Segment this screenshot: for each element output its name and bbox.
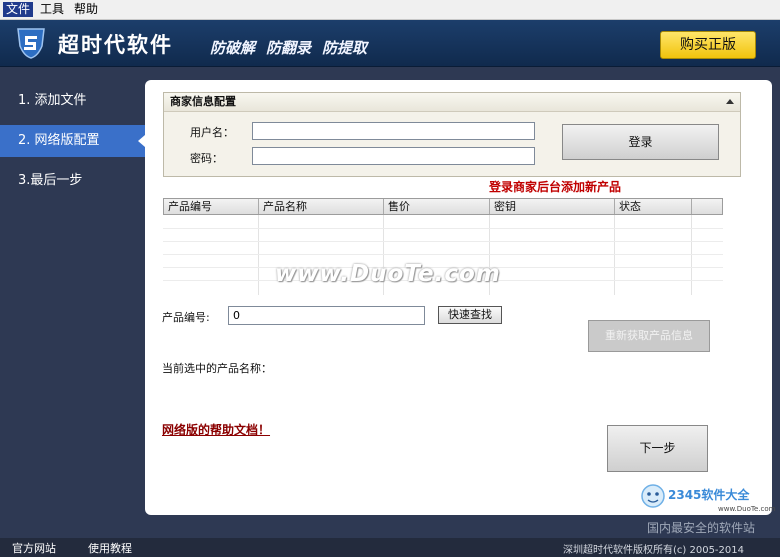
help-doc-link[interactable]: 网络版的帮助文档！ <box>162 421 270 438</box>
official-site-link[interactable]: 官方网站 <box>12 540 56 556</box>
password-input[interactable] <box>252 147 535 165</box>
menu-tools[interactable]: 工具 <box>37 2 67 17</box>
menu-help[interactable]: 帮助 <box>71 2 101 17</box>
column-divider <box>614 215 615 295</box>
merchant-config-title: 商家信息配置 <box>164 93 740 112</box>
login-button[interactable]: 登录 <box>562 124 719 160</box>
corner-slogan: 国内最安全的软件站 <box>647 521 756 535</box>
table-row[interactable] <box>163 228 723 229</box>
menu-bar: 文件 工具 帮助 <box>0 0 780 20</box>
password-label: 密码： <box>190 152 223 165</box>
merchant-config-title-text: 商家信息配置 <box>170 95 236 108</box>
app-header: 超时代软件 防破解 防翻录 防提取 购买正版 <box>0 20 780 67</box>
copyright-text: 深圳超时代软件版权所有(c) 2005-2014 <box>563 545 744 556</box>
refresh-product-info-button[interactable]: 重新获取产品信息 <box>588 320 710 352</box>
slogan-anti-extract: 防提取 <box>322 39 368 57</box>
corner-logo: 2345软件大全 www.DuoTe.com <box>640 478 780 518</box>
column-divider <box>691 215 692 295</box>
corner-logo-text: 2345软件大全 <box>668 488 750 502</box>
sidebar-item-label: 1. 添加文件 <box>18 93 87 108</box>
column-product-name[interactable]: 产品名称 <box>259 199 384 214</box>
username-input[interactable] <box>252 122 535 140</box>
slogan-anti-crack: 防破解 <box>210 39 256 57</box>
shield-logo-icon <box>17 28 45 59</box>
column-product-id[interactable]: 产品编号 <box>164 199 259 214</box>
table-header: 产品编号 产品名称 售价 密钥 状态 <box>163 198 723 215</box>
username-label: 用户名： <box>190 126 234 139</box>
merchant-config-box: 商家信息配置 用户名： 密码： 登录 <box>163 92 741 177</box>
buy-button[interactable]: 购买正版 <box>660 31 756 59</box>
sidebar-item-label: 2. 网络版配置 <box>18 133 100 148</box>
collapse-arrow-icon[interactable] <box>726 99 734 104</box>
mascot-icon <box>641 484 665 508</box>
sidebar: 1. 添加文件 2. 网络版配置 3.最后一步 <box>0 67 145 537</box>
slogan-anti-record: 防翻录 <box>266 39 312 57</box>
corner-url: www.DuoTe.com <box>718 505 776 513</box>
table-row[interactable] <box>163 254 723 255</box>
brand-name: 超时代软件 <box>58 33 173 57</box>
table-row[interactable] <box>163 241 723 242</box>
column-divider <box>258 215 259 295</box>
selected-product-label: 当前选中的产品名称： <box>162 362 272 375</box>
column-status[interactable]: 状态 <box>615 199 692 214</box>
quick-search-button[interactable]: 快速查找 <box>438 306 502 324</box>
status-bar: 官方网站 使用教程 深圳超时代软件版权所有(c) 2005-2014 <box>0 538 780 557</box>
duote-watermark: www.DuoTe.com <box>275 261 501 287</box>
next-step-button[interactable]: 下一步 <box>607 425 708 472</box>
sidebar-item-add-files[interactable]: 1. 添加文件 <box>0 85 145 117</box>
merchant-backend-link[interactable]: 登录商家后台添加新产品 <box>489 178 621 195</box>
sidebar-item-network-config[interactable]: 2. 网络版配置 <box>0 125 145 157</box>
product-id-label: 产品编号: <box>162 311 210 324</box>
tutorial-link[interactable]: 使用教程 <box>88 540 132 556</box>
sidebar-item-final-step[interactable]: 3.最后一步 <box>0 165 145 197</box>
active-pointer-icon <box>138 135 145 147</box>
main-panel: 商家信息配置 用户名： 密码： 登录 登录商家后台添加新产品 产品编号 产品名称… <box>145 80 772 515</box>
product-id-input[interactable] <box>228 306 425 325</box>
menu-file[interactable]: 文件 <box>3 2 34 17</box>
sidebar-item-label: 3.最后一步 <box>18 173 83 188</box>
column-key[interactable]: 密钥 <box>490 199 615 214</box>
column-price[interactable]: 售价 <box>384 199 490 214</box>
